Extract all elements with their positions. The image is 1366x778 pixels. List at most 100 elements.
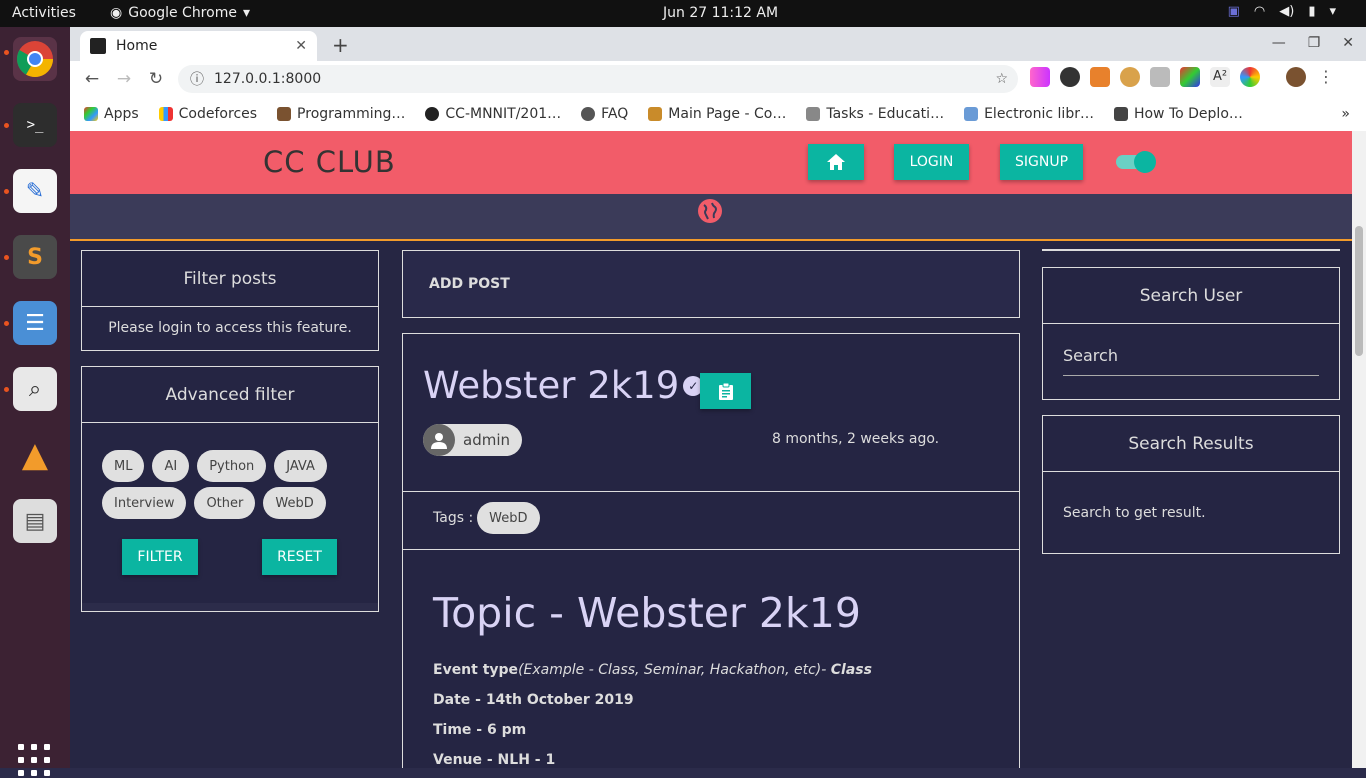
post-title[interactable]: Webster 2k19 ✓: [423, 364, 704, 407]
tag-java[interactable]: JAVA: [274, 450, 327, 482]
wifi-icon: ◠: [1253, 4, 1266, 19]
tag-row: ML AI Python JAVA: [102, 450, 327, 482]
post-card: Webster 2k19 ✓ admin 8 months, 2 weeks a…: [402, 333, 1020, 768]
terminal-icon[interactable]: >_: [13, 103, 57, 147]
volume-icon: ◀): [1279, 4, 1295, 19]
image-viewer-icon[interactable]: ⌕: [13, 367, 57, 411]
bookmark-cc-mnnit[interactable]: CC-MNNIT/201…: [425, 106, 561, 122]
cookie-icon[interactable]: [1120, 67, 1140, 87]
tag-other[interactable]: Other: [194, 487, 256, 519]
tags-label: Tags :: [433, 510, 474, 526]
chevron-down-icon: ▾: [242, 5, 250, 21]
bookmark-label: CC-MNNIT/201…: [445, 106, 562, 122]
tag-interview[interactable]: Interview: [102, 487, 187, 519]
restore-icon[interactable]: ❐: [1308, 35, 1321, 51]
bookmark-label: Apps: [104, 106, 139, 122]
post-tag-webd[interactable]: WebD: [477, 502, 540, 534]
bookmark-electronic-library[interactable]: Electronic libr…: [964, 106, 1094, 122]
bookmark-main-page[interactable]: Main Page - Co…: [648, 106, 786, 122]
activities-button[interactable]: Activities: [12, 5, 76, 21]
dock: >_ ✎ S ☰ ⌕ ▲ ▤: [0, 27, 70, 776]
event-type-line: Event type(Example - Class, Seminar, Hac…: [433, 662, 872, 678]
site-info-icon[interactable]: ⓘ: [190, 69, 204, 89]
home-icon: [827, 154, 845, 170]
theme-toggle[interactable]: [1116, 151, 1156, 173]
add-post-label[interactable]: ADD POST: [429, 276, 510, 292]
clipboard-button[interactable]: [700, 373, 751, 409]
show-applications-icon[interactable]: [18, 744, 52, 778]
search-results-title: Search Results: [1043, 416, 1339, 472]
reset-button[interactable]: RESET: [262, 539, 337, 575]
app-menu[interactable]: ◉ Google Chrome ▾: [110, 5, 250, 21]
extension-icon[interactable]: [1180, 67, 1200, 87]
minimize-icon[interactable]: —: [1272, 35, 1286, 51]
browser-menu-icon[interactable]: ⋮: [1316, 67, 1336, 87]
bookmark-how-to-deploy[interactable]: How To Deplo…: [1113, 106, 1243, 122]
add-post-card[interactable]: ADD POST: [402, 250, 1020, 318]
site-header: CC CLUB LOGIN SIGNUP: [70, 131, 1352, 194]
site-icon: [1113, 107, 1128, 121]
extension-icon[interactable]: [1150, 67, 1170, 87]
bookmark-apps[interactable]: Apps: [84, 106, 139, 122]
globe-icon[interactable]: [698, 199, 722, 223]
bookmark-tasks[interactable]: Tasks - Educati…: [806, 106, 944, 122]
bookmark-programming[interactable]: Programming…: [277, 106, 405, 122]
running-indicator: [4, 50, 9, 55]
search-input[interactable]: Search: [1063, 346, 1319, 376]
card-footer: [82, 603, 378, 611]
search-user-title: Search User: [1043, 268, 1339, 324]
site-brand[interactable]: CC CLUB: [263, 145, 396, 179]
address-bar[interactable]: ⓘ 127.0.0.1:8000 ☆: [178, 65, 1018, 93]
archive-icon[interactable]: ▤: [13, 499, 57, 543]
author-chip[interactable]: admin: [423, 424, 522, 456]
teams-icon[interactable]: ▣: [1228, 4, 1240, 19]
vlc-icon[interactable]: ▲: [13, 433, 57, 477]
tag-python[interactable]: Python: [197, 450, 267, 482]
home-button[interactable]: [808, 144, 864, 180]
profile-avatar[interactable]: [1286, 67, 1306, 87]
forward-icon[interactable]: →: [108, 69, 140, 89]
back-icon[interactable]: ←: [76, 69, 108, 89]
system-tray[interactable]: ▣ ◠ ◀) ▮ ▾: [1228, 4, 1336, 19]
url-text: 127.0.0.1:8000: [214, 71, 322, 87]
login-button[interactable]: LOGIN: [894, 144, 969, 180]
metamask-icon[interactable]: [1090, 67, 1110, 87]
tag-ml[interactable]: ML: [102, 450, 145, 482]
close-icon[interactable]: ✕: [295, 38, 307, 54]
globe-icon: [581, 107, 596, 121]
more-bookmarks-icon[interactable]: »: [1341, 106, 1350, 122]
file-manager-icon[interactable]: ☰: [13, 301, 57, 345]
filter-button[interactable]: FILTER: [122, 539, 198, 575]
clock[interactable]: Jun 27 11:12 AM: [663, 5, 778, 21]
scrollbar-thumb[interactable]: [1355, 226, 1363, 356]
extension-icon[interactable]: [1030, 67, 1050, 87]
bookmark-codeforces[interactable]: Codeforces: [158, 106, 258, 122]
tag-ai[interactable]: AI: [152, 450, 190, 482]
running-indicator: [4, 123, 9, 128]
text-editor-icon[interactable]: ✎: [13, 169, 57, 213]
chrome-icon[interactable]: [13, 37, 57, 81]
page-scrollbar[interactable]: [1352, 131, 1366, 768]
event-type-value: Class: [830, 662, 872, 678]
browser-toolbar: ← → ↻ ⓘ 127.0.0.1:8000 ☆ A² ⋮: [70, 61, 1366, 97]
tag-webd[interactable]: WebD: [263, 487, 326, 519]
bookmark-faq[interactable]: FAQ: [581, 106, 628, 122]
running-indicator: [4, 321, 9, 326]
running-indicator: [4, 189, 9, 194]
new-tab-button[interactable]: +: [332, 33, 349, 57]
extension-icon[interactable]: [1060, 67, 1080, 87]
search-results-message: Search to get result.: [1063, 505, 1206, 521]
sublime-text-icon[interactable]: S: [13, 235, 57, 279]
extension-icon[interactable]: A²: [1210, 67, 1230, 87]
close-window-icon[interactable]: ✕: [1342, 35, 1354, 51]
signup-button[interactable]: SIGNUP: [1000, 144, 1083, 180]
extension-icon[interactable]: [1240, 67, 1260, 87]
bookmark-star-icon[interactable]: ☆: [995, 71, 1008, 87]
bookmarks-bar: Apps Codeforces Programming… CC-MNNIT/20…: [70, 97, 1366, 131]
power-menu-icon: ▾: [1329, 4, 1336, 19]
tab-home[interactable]: Home ✕: [80, 31, 317, 61]
tag-row: Interview Other WebD: [102, 487, 326, 519]
bookmark-label: Codeforces: [178, 106, 258, 122]
reload-icon[interactable]: ↻: [140, 69, 172, 89]
advanced-filter-title: Advanced filter: [82, 367, 378, 423]
